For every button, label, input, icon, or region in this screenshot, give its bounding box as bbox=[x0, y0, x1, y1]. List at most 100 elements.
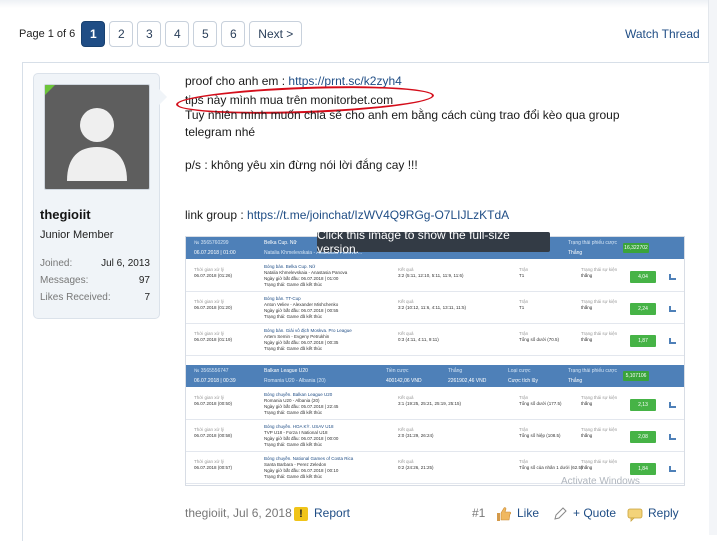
bet-slip-text: Cược tích lũy bbox=[508, 378, 538, 384]
chart-icon bbox=[669, 338, 676, 344]
image-tooltip: Click this image to show the full-size v… bbox=[317, 228, 550, 256]
bet-slip-text: № 3565556747 bbox=[194, 368, 229, 374]
next-page-button[interactable]: Next > bbox=[249, 21, 303, 47]
bet-slip-text: 3:2 (5:11, 12:10, 5:11, 11:9, 11:6) bbox=[398, 273, 464, 278]
like-thumb-icon bbox=[496, 506, 512, 522]
chart-icon bbox=[669, 434, 676, 440]
bet-slip-text: Tổng số hiệp (108.5) bbox=[519, 433, 561, 438]
bet-row: Thời gian xử lý 06.07.2018 (00:50) Bóng … bbox=[186, 389, 684, 420]
bet-slip-text: 06.07.2018 (00:58) bbox=[194, 433, 233, 438]
bet-slip-text: Thắng bbox=[448, 368, 463, 374]
odds-badge: 2,13 bbox=[630, 399, 656, 411]
post-number-link[interactable]: #1 bbox=[472, 506, 485, 520]
bet-slip-text: Trạng thái: Game đã kết thúc bbox=[264, 282, 323, 287]
bet-slip-text: Tổng số dưới (70.5) bbox=[519, 337, 559, 342]
avatar[interactable] bbox=[44, 84, 150, 190]
watch-thread-link[interactable]: Watch Thread bbox=[625, 27, 700, 41]
stat-messages: Messages: 97 bbox=[40, 275, 150, 286]
bet-slip-text: Belka Cup. Nữ bbox=[264, 240, 297, 246]
page-button-2[interactable]: 2 bbox=[109, 21, 134, 47]
bet-slip-text: Thắng bbox=[568, 250, 583, 256]
bet-slip-text: Thắng bbox=[568, 378, 583, 384]
bet-slip-header-2: № 3565556747 06.07.2018 | 00:39 Balkan L… bbox=[186, 365, 684, 387]
username-link[interactable]: thegioiit bbox=[40, 207, 91, 222]
like-button[interactable]: Like bbox=[517, 506, 539, 520]
bet-slip-text: 0:3 (4:11, 4:11, 9:11) bbox=[398, 337, 439, 342]
bet-slip-text: 2:0 (31:29, 26:24) bbox=[398, 433, 434, 438]
bet-slip-text: Tổng số dưới (177.5) bbox=[519, 401, 562, 406]
online-indicator-icon bbox=[45, 85, 55, 95]
odds-badge: 1,84 bbox=[630, 463, 656, 475]
quote-pencil-icon bbox=[552, 506, 568, 522]
user-title: Junior Member bbox=[40, 229, 114, 241]
bet-slip-text: 16,322702 bbox=[623, 243, 649, 253]
default-avatar-icon bbox=[67, 108, 127, 181]
bet-slip-text: Balkan League U20 bbox=[264, 368, 308, 374]
bet-slip-text: thắng bbox=[581, 401, 593, 406]
bet-slip-text: № 3565760299 bbox=[194, 240, 229, 246]
quote-button[interactable]: + Quote bbox=[573, 506, 616, 520]
chart-icon bbox=[669, 466, 676, 472]
bet-slip-text: Trạng thái: Game đã kết thúc bbox=[264, 442, 323, 447]
pagination: Page 1 of 6 1 2 3 4 5 6 Next > bbox=[19, 20, 303, 48]
right-scroll-gutter bbox=[708, 0, 717, 535]
page-button-1[interactable]: 1 bbox=[81, 21, 106, 47]
page-button-6[interactable]: 6 bbox=[221, 21, 246, 47]
bet-slip-text: 0:2 (24:26, 21:25) bbox=[398, 465, 434, 470]
chart-icon bbox=[669, 274, 676, 280]
bet-slip-text: Tổng số của nhân 1 dưới (62.5) bbox=[519, 465, 583, 470]
page-button-4[interactable]: 4 bbox=[165, 21, 190, 47]
bet-row: Thời gian xử lý 06.07.2018 (01:19) Bóng … bbox=[186, 325, 684, 356]
message-line-6: link group : https://t.me/joinchat/IzWV4… bbox=[185, 208, 510, 222]
bet-row: Thời gian xử lý 06.07.2018 (01:26) Bóng … bbox=[186, 261, 684, 292]
bet-slip-text: thắng bbox=[581, 273, 593, 278]
bet-slip-text: 2261902,46 VND bbox=[448, 378, 487, 384]
bet-slip-text: thắng bbox=[581, 433, 593, 438]
bet-slip-text: Trạng thái phiếu cược bbox=[568, 368, 617, 374]
bet-slip-text: Trạng thái: Game đã kết thúc bbox=[264, 410, 323, 415]
bet-slip-text: 06.07.2018 (00:50) bbox=[194, 401, 233, 406]
stat-likes: Likes Received: 7 bbox=[40, 292, 150, 303]
telegram-group-link[interactable]: https://t.me/joinchat/IzWV4Q9RGg-O7LIJLz… bbox=[247, 208, 509, 222]
bet-slip-text: Trạng thái: Game đã kết thúc bbox=[264, 314, 323, 319]
chart-icon bbox=[669, 306, 676, 312]
bet-slip-text: T1 bbox=[519, 273, 525, 278]
bet-slip-text: Tiền cược bbox=[386, 368, 409, 374]
bet-slip-text: Trạng thái: Game đã kết thúc bbox=[264, 346, 323, 351]
bet-slip-text: Trạng thái: Game đã kết thúc bbox=[264, 474, 323, 479]
page-info: Page 1 of 6 bbox=[19, 28, 76, 40]
bet-slip-text: Romania U20 - Albania (20) bbox=[264, 378, 326, 384]
post-meta[interactable]: thegioiit, Jul 6, 2018 bbox=[185, 506, 292, 520]
reply-button[interactable]: Reply bbox=[648, 506, 679, 520]
activate-windows-watermark: Activate Windows bbox=[561, 476, 640, 487]
attached-bet-slip-image[interactable]: № 3565760299 06.07.2018 | 01:00 Belka Cu… bbox=[185, 236, 685, 486]
message-line-3: Tuy nhiên mình muốn chia sẽ cho anh em b… bbox=[185, 108, 620, 122]
bet-slip-text: 06.07.2018 | 00:39 bbox=[194, 378, 236, 384]
bet-slip-text: T1 bbox=[519, 305, 525, 310]
bet-slip-text: 3:2 (10:12, 11:6, 4:11, 13:11, 11:5) bbox=[398, 305, 466, 310]
bet-slip-text: thắng bbox=[581, 465, 593, 470]
bet-slip-text: Trạng thái phiếu cược bbox=[568, 240, 617, 246]
report-link[interactable]: Report bbox=[314, 506, 350, 520]
page-button-5[interactable]: 5 bbox=[193, 21, 218, 47]
bet-slip-text: 5,107106 bbox=[623, 371, 649, 381]
top-strip bbox=[0, 0, 717, 8]
report-icon: ! bbox=[294, 507, 308, 521]
bet-slip-text: 06.07.2018 (01:19) bbox=[194, 337, 233, 342]
odds-badge: 4,04 bbox=[630, 271, 656, 283]
bet-row: Thời gian xử lý 06.07.2018 (01:20) Bóng … bbox=[186, 293, 684, 324]
bet-slip-text: thắng bbox=[581, 305, 593, 310]
bet-row: Thời gian xử lý 06.07.2018 (00:58) Bóng … bbox=[186, 421, 684, 452]
message-line-4: telegram nhé bbox=[185, 125, 256, 139]
odds-badge: 2,24 bbox=[630, 303, 656, 315]
page-button-3[interactable]: 3 bbox=[137, 21, 162, 47]
bet-slip-text: 06.07.2018 (01:20) bbox=[194, 305, 233, 310]
bet-slip-text: 06.07.2018 (01:26) bbox=[194, 273, 233, 278]
bet-slip-text: 3:1 (19:25, 25:21, 25:19, 25:15) bbox=[398, 401, 462, 406]
reply-bubble-icon bbox=[627, 506, 643, 522]
user-panel-arrow bbox=[158, 88, 167, 106]
stat-joined: Joined: Jul 6, 2013 bbox=[40, 258, 150, 269]
message-line-5: p/s : không yêu xin đừng nói lời đắng ca… bbox=[185, 158, 418, 172]
odds-badge: 2,08 bbox=[630, 431, 656, 443]
chart-icon bbox=[669, 402, 676, 408]
